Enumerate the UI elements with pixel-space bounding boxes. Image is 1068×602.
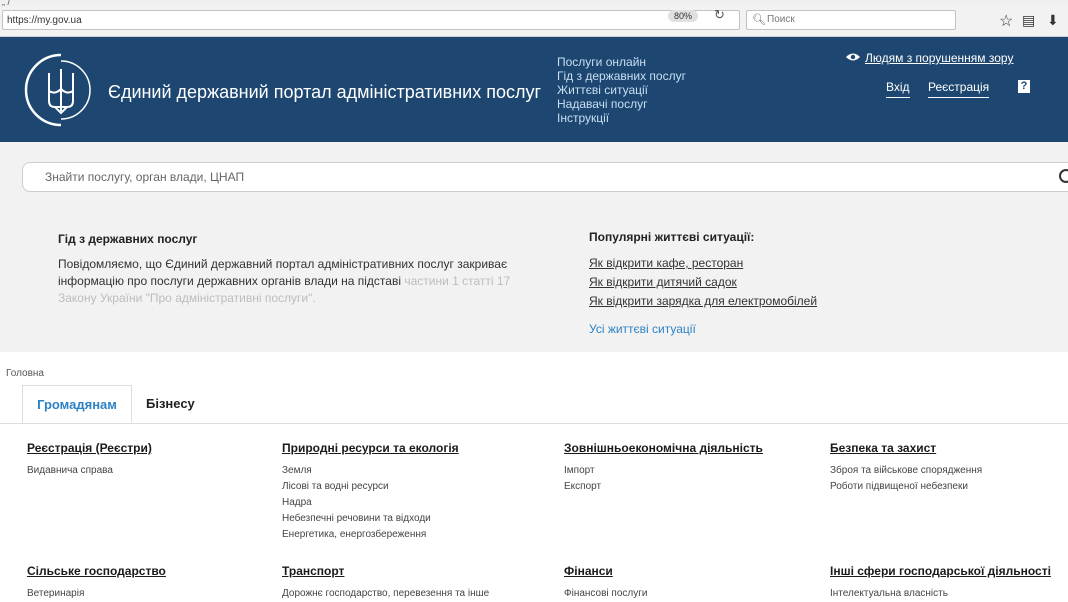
category-item[interactable]: Імпорт: [564, 463, 763, 479]
nav-life-situations[interactable]: Життєві ситуації: [557, 83, 686, 97]
category-title[interactable]: Природні ресурси та екологія: [282, 441, 459, 455]
category-item[interactable]: Інтелектуальна власність: [830, 586, 1051, 602]
category-title[interactable]: Сільське господарство: [27, 564, 166, 578]
address-bar[interactable]: https://my.gov.ua: [2, 10, 740, 30]
category-block: Зовнішньоекономічна діяльність Імпорт Ек…: [564, 441, 763, 495]
nav-service-guide[interactable]: Гід з державних послуг: [557, 69, 686, 83]
search-icon[interactable]: [1059, 169, 1068, 183]
all-situations-link[interactable]: Усі життєві ситуації: [589, 322, 696, 336]
category-block: Сільське господарство Ветеринарія: [27, 564, 166, 602]
category-title[interactable]: Зовнішньоекономічна діяльність: [564, 441, 763, 455]
category-item[interactable]: Земля: [282, 463, 459, 479]
reading-list-icon[interactable]: ▤: [1022, 12, 1035, 29]
category-title[interactable]: Інші сфери господарської діяльності: [830, 564, 1051, 578]
popular-link-ev-charging[interactable]: Як відкрити зарядка для електромобілей: [589, 292, 817, 311]
category-block: Реєстрація (Реєстри) Видавнича справа: [27, 441, 152, 479]
reload-icon[interactable]: ↻: [714, 7, 725, 23]
category-block: Природні ресурси та екологія Земля Лісов…: [282, 441, 459, 543]
accessibility-link[interactable]: Людям з порушенням зору: [845, 51, 1013, 65]
category-title[interactable]: Реєстрація (Реєстри): [27, 441, 152, 455]
popular-situations-title: Популярні життєві ситуації:: [589, 230, 755, 244]
browser-search-input[interactable]: 🔍︎ Поиск: [746, 10, 956, 30]
help-icon[interactable]: ?: [1018, 80, 1030, 93]
zoom-indicator[interactable]: 80%: [668, 10, 699, 22]
category-item[interactable]: Небезпечні речовини та відходи: [282, 511, 459, 527]
category-block: Безпека та захист Зброя та військове спо…: [830, 441, 982, 495]
download-icon[interactable]: ⬇: [1047, 12, 1059, 29]
popular-link-kindergarten[interactable]: Як відкрити дитячий садок: [589, 273, 817, 292]
main-search-input[interactable]: Знайти послугу, орган влади, ЦНАП: [22, 162, 1068, 192]
category-item[interactable]: Зброя та військове спорядження: [830, 463, 982, 479]
main-navigation: Послуги онлайн Гід з державних послуг Жи…: [557, 55, 686, 125]
eye-icon: [845, 51, 861, 65]
star-icon[interactable]: ☆: [999, 11, 1013, 31]
popular-situations-list: Як відкрити кафе, ресторан Як відкрити д…: [589, 254, 817, 311]
browser-toolbar: https://my.gov.ua 80% ↻ 🔍︎ Поиск ☆ ▤ ⬇: [0, 6, 1068, 37]
tab-citizens[interactable]: Громадянам: [22, 385, 132, 423]
guide-title: Гід з державних послуг: [58, 232, 198, 246]
browser-search-placeholder: Поиск: [767, 14, 795, 25]
breadcrumb[interactable]: Головна: [6, 368, 44, 379]
search-section: Знайти послугу, орган влади, ЦНАП: [0, 142, 1068, 212]
category-block: Транспорт Дорожнє господарство, перевезе…: [282, 564, 489, 602]
login-link[interactable]: Вхід: [886, 80, 910, 98]
nav-instructions[interactable]: Інструкції: [557, 111, 686, 125]
category-title[interactable]: Транспорт: [282, 564, 489, 578]
accessibility-link-label: Людям з порушенням зору: [865, 51, 1014, 65]
category-item[interactable]: Лісові та водні ресурси: [282, 479, 459, 495]
trident-emblem-icon[interactable]: [22, 51, 100, 129]
info-section: Гід з державних послуг Повідомляємо, що …: [0, 212, 1068, 352]
category-title[interactable]: Безпека та захист: [830, 441, 982, 455]
category-item[interactable]: Роботи підвищеної небезпеки: [830, 479, 982, 495]
category-item[interactable]: Ветеринарія: [27, 586, 166, 602]
guide-text: Повідомляємо, що Єдиний державний портал…: [58, 256, 518, 307]
category-title[interactable]: Фінанси: [564, 564, 647, 578]
category-item[interactable]: Енергетика, енергозбереження: [282, 527, 459, 543]
tab-business[interactable]: Бізнесу: [146, 385, 195, 423]
category-item[interactable]: Дорожнє господарство, перевезення та інш…: [282, 586, 489, 602]
search-icon: 🔍︎: [752, 14, 766, 26]
site-header: Єдиний державний портал адміністративних…: [0, 37, 1068, 142]
category-block: Інші сфери господарської діяльності Інте…: [830, 564, 1051, 602]
audience-tabs: Громадянам Бізнесу: [0, 385, 1068, 424]
category-item[interactable]: Фінансові послуги: [564, 586, 647, 602]
category-item[interactable]: Видавнича справа: [27, 463, 152, 479]
popular-link-cafe[interactable]: Як відкрити кафе, ресторан: [589, 254, 817, 273]
nav-online-services[interactable]: Послуги онлайн: [557, 55, 686, 69]
category-item[interactable]: Надра: [282, 495, 459, 511]
site-title[interactable]: Єдиний державний портал адміністративних…: [108, 82, 541, 103]
register-link[interactable]: Реєстрація: [928, 80, 990, 98]
nav-service-providers[interactable]: Надавачі послуг: [557, 97, 686, 111]
category-block: Фінанси Фінансові послуги: [564, 564, 647, 602]
category-item[interactable]: Експорт: [564, 479, 763, 495]
